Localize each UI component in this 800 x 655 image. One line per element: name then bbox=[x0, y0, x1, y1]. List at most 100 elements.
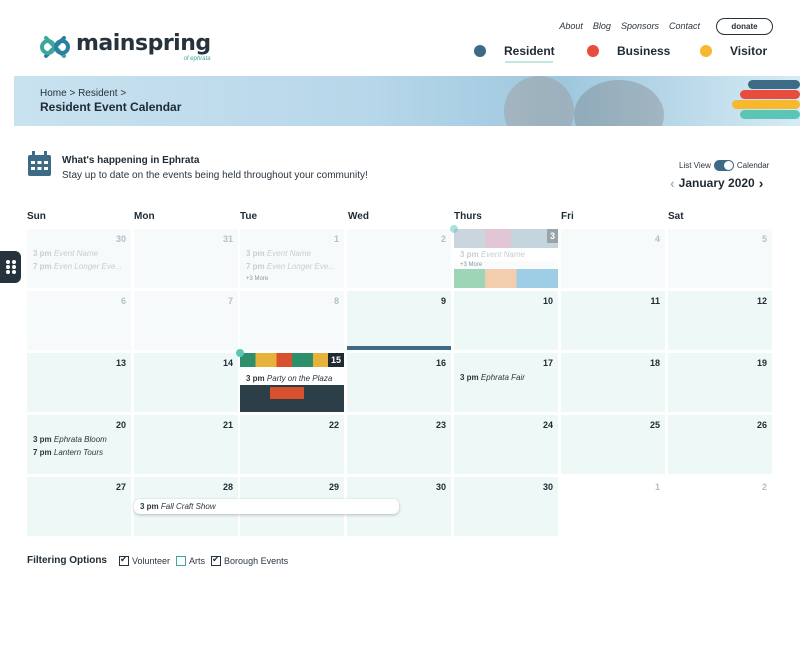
calendar-day-cell[interactable]: 21 bbox=[134, 415, 238, 474]
link-about[interactable]: About bbox=[559, 21, 583, 31]
business-dot-icon bbox=[587, 45, 599, 57]
calendar-event[interactable]: 7 pm Even Longer Eve... bbox=[246, 262, 335, 271]
day-number: 17 bbox=[542, 358, 553, 368]
calendar-event[interactable]: 3 pm Event Name bbox=[246, 249, 311, 258]
calendar-day-cell[interactable]: 18 bbox=[561, 353, 665, 412]
event-name: Event Name bbox=[53, 249, 98, 258]
more-events-link[interactable]: +3 More bbox=[246, 276, 268, 282]
calendar-day-cell[interactable]: 30 bbox=[454, 477, 558, 536]
calendar-day-cell[interactable]: 15 3 pm Party on the Plaza bbox=[240, 353, 344, 412]
calendar-day-cell[interactable]: 5 bbox=[668, 229, 772, 288]
calendar-view-label[interactable]: Calendar bbox=[737, 161, 769, 170]
calendar-day-cell[interactable]: 33 pm Event Name +3 More bbox=[454, 229, 558, 288]
donate-button[interactable]: donate bbox=[716, 18, 773, 35]
day-number: 19 bbox=[756, 358, 767, 368]
day-number: 12 bbox=[756, 296, 767, 306]
calendar-day-cell[interactable]: 1 3 pm Event Name 7 pm Even Longer Eve... +… bbox=[240, 229, 344, 288]
calendar-day-cell[interactable]: 19 bbox=[668, 353, 772, 412]
day-number: 18 bbox=[649, 358, 660, 368]
volunteer-checkbox[interactable] bbox=[119, 554, 129, 566]
mainspring-logo-icon bbox=[40, 36, 70, 58]
next-month-chevron-icon[interactable]: › bbox=[755, 175, 768, 191]
calendar-event[interactable]: 3 pm Party on the Plaza bbox=[240, 372, 344, 385]
calendar-day-cell[interactable]: 9 bbox=[347, 291, 451, 350]
calendar-day-cell[interactable]: 27 bbox=[27, 477, 131, 536]
calendar-event[interactable]: 3 pm Event Name bbox=[454, 248, 558, 261]
calendar-day-cell[interactable]: 22 bbox=[240, 415, 344, 474]
link-contact[interactable]: Contact bbox=[669, 21, 700, 31]
list-view-label[interactable]: List View bbox=[679, 161, 711, 170]
calendar-event[interactable]: 7 pm Lantern Tours bbox=[33, 448, 103, 457]
calendar-day-cell[interactable]: 4 bbox=[561, 229, 665, 288]
side-menu-tab[interactable] bbox=[0, 251, 21, 283]
calendar-day-cell[interactable]: 31 bbox=[134, 229, 238, 288]
nav-resident[interactable]: Resident bbox=[474, 44, 555, 58]
filter-volunteer[interactable]: Volunteer bbox=[119, 554, 171, 566]
month-navigator: ‹ January 2020 › bbox=[666, 175, 767, 191]
borough-events-checkbox[interactable] bbox=[211, 554, 222, 566]
day-number: 2 bbox=[440, 234, 446, 244]
day-number: 26 bbox=[756, 420, 767, 430]
calendar-day-cell[interactable]: 24 bbox=[454, 415, 558, 474]
view-toggle-switch[interactable] bbox=[713, 160, 734, 171]
link-blog[interactable]: Blog bbox=[593, 21, 611, 31]
nav-visitor-label: Visitor bbox=[730, 44, 768, 58]
calendar-day-cell[interactable]: 10 bbox=[454, 291, 558, 350]
calendar-day-cell[interactable]: 17 3 pm Ephrata Fair bbox=[454, 353, 558, 412]
calendar-day-cell[interactable]: 16 bbox=[347, 353, 451, 412]
event-time: 3 pm bbox=[140, 502, 159, 511]
calendar-day-cell[interactable]: 12 bbox=[668, 291, 772, 350]
multi-day-event[interactable]: 3 pm Fall Craft Show bbox=[134, 499, 399, 514]
calendar-event[interactable]: 7 pm Even Longer Eve... bbox=[33, 262, 122, 271]
day-number: 10 bbox=[542, 296, 553, 306]
event-name: Even Longer Eve... bbox=[53, 262, 122, 271]
more-events-link[interactable]: +3 More bbox=[460, 262, 482, 268]
calendar-day-cell[interactable]: 11 bbox=[561, 291, 665, 350]
prev-month-chevron-icon[interactable]: ‹ bbox=[666, 175, 679, 191]
intro-subtitle: Stay up to date on the events being held… bbox=[62, 170, 368, 181]
calendar-day-cell[interactable]: 30 3 pm Event Name 7 pm Even Longer Eve... bbox=[27, 229, 131, 288]
borough-events-label: Borough Events bbox=[224, 555, 289, 566]
dow-tue: Tue bbox=[240, 211, 258, 222]
calendar-event[interactable]: 3 pm Ephrata Fair bbox=[460, 373, 525, 382]
calendar-day-cell[interactable]: 14 bbox=[134, 353, 238, 412]
day-number: 1 bbox=[654, 482, 660, 492]
calendar-day-cell[interactable]: 7 bbox=[134, 291, 238, 350]
calendar-day-cell[interactable]: 23 bbox=[347, 415, 451, 474]
calendar-day-cell[interactable]: 13 bbox=[27, 353, 131, 412]
day-number: 30 bbox=[115, 234, 126, 244]
link-sponsors[interactable]: Sponsors bbox=[621, 21, 659, 31]
event-time: 3 pm bbox=[246, 374, 265, 383]
calendar-day-cell[interactable]: 26 bbox=[668, 415, 772, 474]
arts-checkbox[interactable] bbox=[176, 555, 187, 566]
visitor-dot-icon bbox=[700, 45, 712, 57]
filter-borough-events[interactable]: Borough Events bbox=[211, 554, 289, 566]
event-time: 7 pm bbox=[33, 262, 52, 271]
nav-visitor[interactable]: Visitor bbox=[700, 44, 767, 58]
calendar-event[interactable]: 3 pm Ephrata Bloom bbox=[33, 435, 107, 444]
calendar-day-cell[interactable]: 1 bbox=[561, 477, 665, 536]
calendar-day-cell[interactable]: 2 bbox=[668, 477, 772, 536]
nav-business[interactable]: Business bbox=[587, 44, 670, 58]
day-number: 25 bbox=[649, 420, 660, 430]
event-time: 3 pm bbox=[33, 249, 52, 258]
brand-logo[interactable]: mainspring of ephrata bbox=[38, 30, 211, 64]
featured-event-dot-icon bbox=[450, 225, 458, 233]
calendar-day-cell[interactable]: 2 bbox=[347, 229, 451, 288]
breadcrumb[interactable]: Home > Resident > bbox=[40, 88, 126, 99]
view-toggle[interactable]: List View Calendar bbox=[679, 160, 769, 171]
calendar-event[interactable]: 3 pm Event Name bbox=[33, 249, 98, 258]
calendar-day-cell[interactable]: 20 3 pm Ephrata Bloom 7 pm Lantern Tours bbox=[27, 415, 131, 474]
dow-fri: Fri bbox=[561, 211, 574, 222]
event-name: Event Name bbox=[266, 249, 311, 258]
calendar-day-cell[interactable]: 6 bbox=[27, 291, 131, 350]
calendar-day-cell[interactable]: 25 bbox=[561, 415, 665, 474]
day-number: 9 bbox=[440, 296, 446, 306]
day-number: 1 bbox=[333, 234, 339, 244]
calendar-day-cell[interactable]: 8 bbox=[240, 291, 344, 350]
volunteer-label: Volunteer bbox=[132, 555, 171, 566]
day-number: 30 bbox=[542, 482, 553, 492]
filter-arts[interactable]: Arts bbox=[176, 555, 205, 566]
banner-photo-figure bbox=[574, 80, 664, 126]
dow-sun: Sun bbox=[27, 211, 46, 222]
